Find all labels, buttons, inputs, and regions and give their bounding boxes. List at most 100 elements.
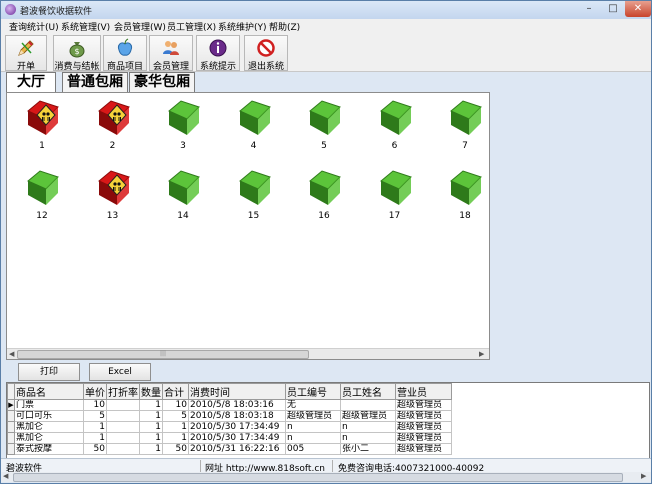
table-cell: 5 xyxy=(83,410,107,422)
users-icon xyxy=(163,41,179,55)
menu-system-maintenance[interactable]: 系统维护(Y) xyxy=(218,20,267,33)
table-cell xyxy=(106,399,140,411)
table-cell: 2010/5/8 18:03:18 xyxy=(188,410,286,422)
menu-member-admin[interactable]: 会员管理(W) xyxy=(114,20,166,33)
room-tile[interactable]: 17 xyxy=(372,167,418,227)
room-tile[interactable]: 6 xyxy=(372,97,418,157)
app-window: 碧波餐饮收据软件 – □ ✕ 查询统计(U) 系统管理(V) 会员管理(W) 员… xyxy=(0,0,652,484)
room-tile[interactable]: 7 xyxy=(442,97,488,157)
system-tips-label: 系统提示 xyxy=(199,62,236,72)
table-row[interactable]: 泰式按摩 50 1 50 2010/5/31 16:22:16 005 张小二 超级管理员 xyxy=(7,443,452,455)
row-selector[interactable] xyxy=(7,443,15,455)
system-tips-button[interactable]: 系统提示 xyxy=(196,35,240,72)
table-cell: 1 xyxy=(139,432,163,444)
table-cell: 1 xyxy=(139,421,163,433)
table-cell: 无 xyxy=(285,399,341,411)
minimize-button[interactable]: – xyxy=(577,1,601,17)
menu-staff-admin[interactable]: 员工管理(X) xyxy=(167,20,216,33)
table-row[interactable]: 黑加仑 1 1 1 2010/5/30 17:34:49 n n 超级管理员 xyxy=(7,421,452,433)
tab-normal-room[interactable]: 普通包厢 xyxy=(62,72,128,92)
scroll-left-arrow[interactable]: ◀ xyxy=(9,349,14,359)
table-cell: 005 xyxy=(285,443,341,455)
occupied-room-icon xyxy=(27,100,59,135)
table-cell: n xyxy=(285,432,341,444)
table-cell: 超级管理员 xyxy=(395,410,452,422)
room-tile[interactable]: 4 xyxy=(231,97,277,157)
column-header-product-name[interactable]: 商品名 xyxy=(14,383,84,400)
menu-system-admin[interactable]: 系统管理(V) xyxy=(61,20,110,33)
excel-button[interactable]: Excel xyxy=(89,363,151,381)
room-tile[interactable]: 13 xyxy=(90,167,136,227)
row-selector[interactable] xyxy=(7,432,15,444)
column-header-price[interactable]: 单价 xyxy=(83,383,107,400)
scrollbar-grip: ||| xyxy=(160,350,167,357)
room-tile[interactable]: 15 xyxy=(231,167,277,227)
column-header-quantity[interactable]: 数量 xyxy=(139,383,163,400)
room-tile[interactable]: 12 xyxy=(19,167,65,227)
exit-system-button[interactable]: 退出系统 xyxy=(244,35,288,72)
column-header-staff-id[interactable]: 员工编号 xyxy=(285,383,341,400)
row-selector[interactable]: ▶ xyxy=(7,399,15,411)
room-tile[interactable]: 3 xyxy=(160,97,206,157)
window-scroll-left-arrow[interactable]: ◀ xyxy=(3,472,8,481)
room-number: 15 xyxy=(247,211,260,221)
room-number: 2 xyxy=(109,141,116,151)
available-room-icon xyxy=(450,100,482,135)
action-bar: 打印 Excel xyxy=(1,360,651,382)
table-cell: 超级管理员 xyxy=(395,399,452,411)
menu-help[interactable]: 帮助(Z) xyxy=(269,20,300,33)
consume-checkout-label: 消费与结帐 xyxy=(54,62,100,72)
room-tile[interactable]: 18 xyxy=(442,167,488,227)
close-button[interactable]: ✕ xyxy=(625,1,651,17)
table-row[interactable]: 黑加仑 1 1 1 2010/5/30 17:34:49 n n 超级管理员 xyxy=(7,432,452,444)
row-selector[interactable] xyxy=(7,421,15,433)
consume-checkout-button[interactable]: $ 消费与结帐 xyxy=(53,35,101,72)
row-selector[interactable] xyxy=(7,410,15,422)
table-cell xyxy=(106,443,140,455)
maximize-button[interactable]: □ xyxy=(601,1,625,17)
app-logo-icon xyxy=(5,4,16,15)
table-row[interactable]: 可口可乐 5 1 5 2010/5/8 18:03:18 超级管理员 超级管理员 超级管理员 xyxy=(7,410,452,422)
table-cell: 50 xyxy=(83,443,107,455)
window-scrollbar[interactable]: ◀ ▶ xyxy=(1,472,651,482)
money-bag-icon: $ xyxy=(69,42,85,58)
room-tile[interactable]: 16 xyxy=(301,167,347,227)
table-cell: 超级管理员 xyxy=(285,410,341,422)
column-header-discount[interactable]: 打折率 xyxy=(106,383,140,400)
window-scrollbar-thumb[interactable] xyxy=(13,473,623,482)
table-cell: 10 xyxy=(83,399,107,411)
room-number: 4 xyxy=(250,141,257,151)
member-admin-button[interactable]: 会员管理 xyxy=(149,35,193,72)
table-row[interactable]: ▶ 门票 10 1 10 2010/5/8 18:03:16 无超级管理员 xyxy=(7,399,452,411)
room-tile[interactable]: 5 xyxy=(301,97,347,157)
room-panel-scrollbar[interactable]: ◀ ||| ▶ xyxy=(7,348,489,359)
table-cell: 超级管理员 xyxy=(395,443,452,455)
scroll-right-arrow[interactable]: ▶ xyxy=(479,349,484,359)
product-items-button[interactable]: 商品项目 xyxy=(103,35,147,72)
side-area xyxy=(490,92,648,358)
table-cell xyxy=(106,432,140,444)
tab-luxury-room[interactable]: 豪华包厢 xyxy=(129,72,195,92)
print-button[interactable]: 打印 xyxy=(18,363,80,381)
room-number: 18 xyxy=(459,211,471,221)
column-header-consume-time[interactable]: 消费时间 xyxy=(188,383,286,400)
table-cell: 黑加仑 xyxy=(14,421,84,433)
tab-hall[interactable]: 大厅 xyxy=(6,72,56,92)
new-order-label: 开单 xyxy=(16,62,35,72)
table-cell xyxy=(340,399,396,411)
column-header-total[interactable]: 合计 xyxy=(162,383,189,400)
room-tile[interactable]: 14 xyxy=(160,167,206,227)
title-bar[interactable]: 碧波餐饮收据软件 – □ ✕ xyxy=(1,1,651,19)
available-room-icon xyxy=(379,170,412,205)
room-number: 17 xyxy=(388,211,401,221)
new-order-button[interactable]: 开单 xyxy=(5,35,47,72)
svg-text:$: $ xyxy=(74,47,79,56)
window-scroll-right-arrow[interactable]: ▶ xyxy=(641,472,646,481)
room-tile[interactable]: 1 xyxy=(19,97,65,157)
table-cell: 黑加仑 xyxy=(14,432,84,444)
menu-query-stats[interactable]: 查询统计(U) xyxy=(9,20,59,33)
room-tile[interactable]: 2 xyxy=(90,97,136,157)
column-header-staff-name[interactable]: 员工姓名 xyxy=(340,383,396,400)
column-header-salesperson[interactable]: 营业员 xyxy=(395,383,452,400)
room-number: 7 xyxy=(462,141,468,151)
